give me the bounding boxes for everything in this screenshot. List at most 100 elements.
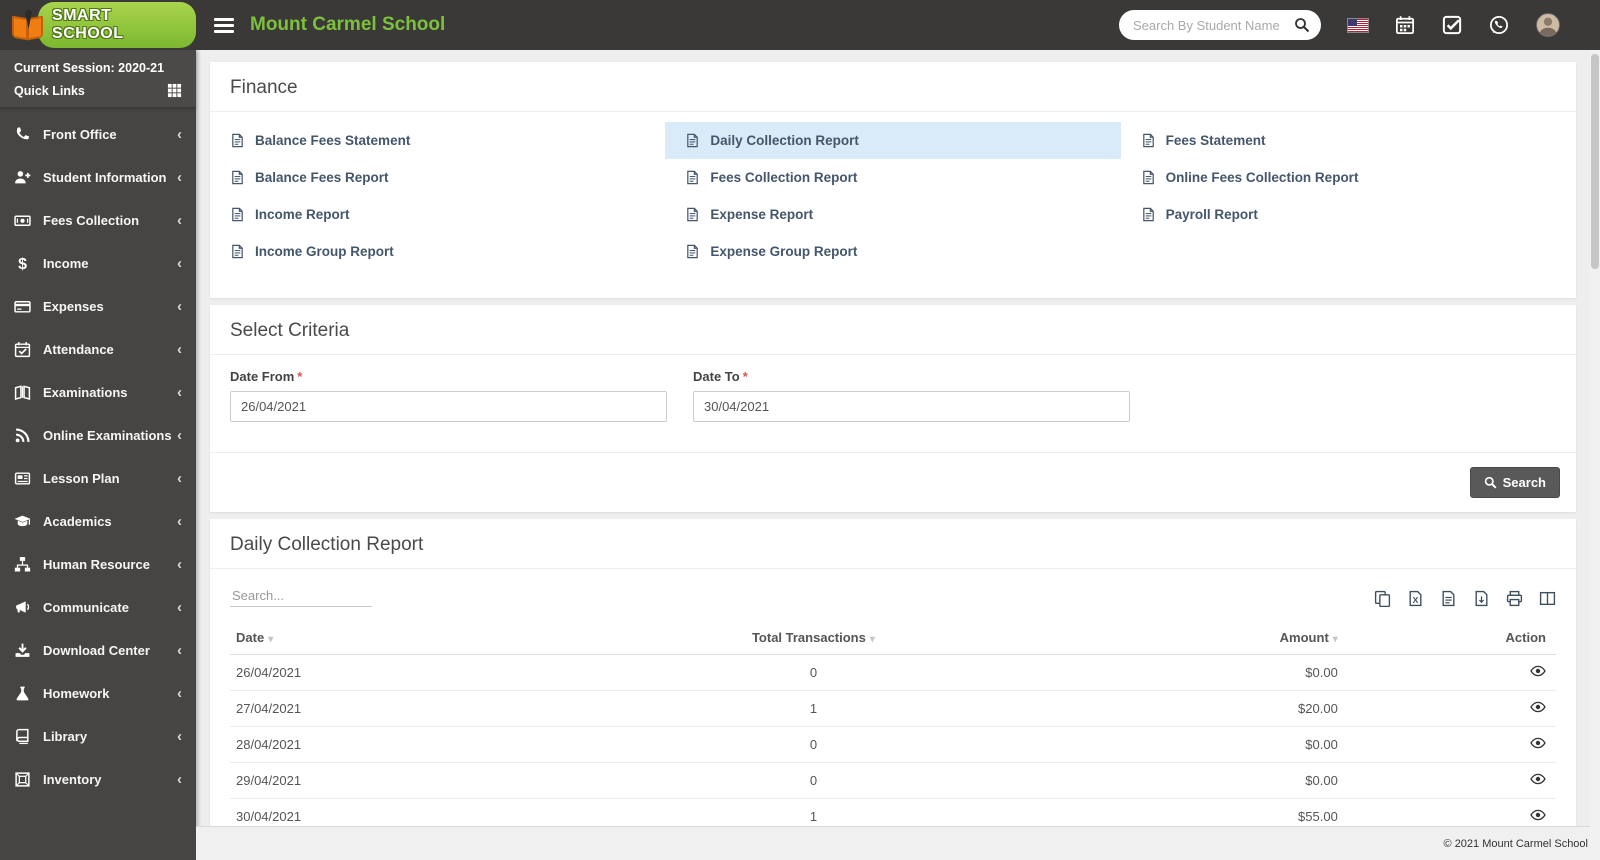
print-export-icon[interactable] bbox=[1506, 590, 1523, 607]
sidebar-item-label: Academics bbox=[43, 514, 112, 529]
view-eye-icon[interactable] bbox=[1530, 771, 1546, 787]
required-marker: * bbox=[742, 369, 748, 384]
sidebar-item-academics[interactable]: Academics ‹ bbox=[0, 500, 196, 543]
sidebar-item-student-information[interactable]: Student Information ‹ bbox=[0, 156, 196, 199]
finance-link-label: Balance Fees Report bbox=[255, 170, 389, 185]
sidebar-item-download-center[interactable]: Download Center ‹ bbox=[0, 629, 196, 672]
sidebar-item-label: Online Examinations bbox=[43, 428, 172, 443]
sidebar-item-label: Examinations bbox=[43, 385, 128, 400]
graduation-cap-icon bbox=[14, 513, 31, 530]
table-search-input[interactable] bbox=[230, 585, 372, 607]
user-avatar[interactable] bbox=[1536, 13, 1560, 37]
doc-icon bbox=[685, 207, 700, 222]
doc-icon bbox=[685, 170, 700, 185]
sidebar-item-examinations[interactable]: Examinations ‹ bbox=[0, 371, 196, 414]
cell-amount: $0.00 bbox=[999, 762, 1344, 799]
view-eye-icon[interactable] bbox=[1530, 699, 1546, 715]
dollar-icon: $ bbox=[14, 255, 31, 272]
sidebar-item-homework[interactable]: Homework ‹ bbox=[0, 672, 196, 715]
finance-link-income-report[interactable]: Income Report bbox=[210, 196, 665, 233]
copy-export-icon[interactable] bbox=[1374, 590, 1391, 607]
columns-export-icon[interactable] bbox=[1539, 590, 1556, 607]
sidebar-item-library[interactable]: Library ‹ bbox=[0, 715, 196, 758]
finance-link-payroll-report[interactable]: Payroll Report bbox=[1121, 196, 1576, 233]
app-logo[interactable]: SMART SCHOOL bbox=[0, 0, 196, 50]
finance-link-label: Expense Group Report bbox=[710, 244, 858, 259]
cell-amount: $0.00 bbox=[999, 654, 1344, 691]
doc-icon bbox=[685, 133, 700, 148]
csv-export-icon[interactable] bbox=[1440, 590, 1457, 607]
column-header-date[interactable]: Date ▾ bbox=[230, 621, 628, 655]
calendar-check-icon bbox=[14, 341, 31, 358]
sidebar-item-income[interactable]: $ Income ‹ bbox=[0, 242, 196, 285]
finance-link-income-group-report[interactable]: Income Group Report bbox=[210, 233, 665, 270]
sidebar-item-human-resource[interactable]: Human Resource ‹ bbox=[0, 543, 196, 586]
hamburger-menu-icon[interactable] bbox=[214, 17, 234, 33]
search-icon[interactable] bbox=[1294, 17, 1310, 33]
finance-link-fees-collection-report[interactable]: Fees Collection Report bbox=[665, 159, 1120, 196]
main-content: Finance Balance Fees Statement Balance Fe… bbox=[196, 50, 1600, 826]
finance-link-balance-fees-statement[interactable]: Balance Fees Statement bbox=[210, 122, 665, 159]
task-check-icon[interactable] bbox=[1442, 15, 1462, 35]
table-row: 28/04/2021 0 $0.00 bbox=[230, 726, 1556, 763]
sidebar-item-attendance[interactable]: Attendance ‹ bbox=[0, 328, 196, 371]
excel-export-icon[interactable]: X bbox=[1407, 590, 1424, 607]
date-to-input[interactable] bbox=[693, 391, 1130, 422]
select-criteria-card: Select Criteria Date From* Date To* Sear… bbox=[210, 305, 1576, 512]
finance-link-label: Income Report bbox=[255, 207, 350, 222]
view-eye-icon[interactable] bbox=[1530, 735, 1546, 751]
finance-link-balance-fees-report[interactable]: Balance Fees Report bbox=[210, 159, 665, 196]
cell-date: 29/04/2021 bbox=[230, 762, 628, 799]
doc-icon bbox=[230, 170, 245, 185]
view-eye-icon[interactable] bbox=[1530, 663, 1546, 679]
page-scrollbar[interactable] bbox=[1590, 50, 1600, 860]
chevron-left-icon: ‹ bbox=[177, 168, 182, 186]
sidebar-item-lesson-plan[interactable]: Lesson Plan ‹ bbox=[0, 457, 196, 500]
whatsapp-icon[interactable] bbox=[1489, 15, 1509, 35]
view-eye-icon[interactable] bbox=[1530, 807, 1546, 823]
search-button[interactable]: Search bbox=[1469, 467, 1560, 498]
doc-icon bbox=[230, 133, 245, 148]
table-search bbox=[230, 585, 372, 607]
cell-transactions: 0 bbox=[627, 654, 1000, 691]
cell-action bbox=[1343, 690, 1556, 727]
chevron-left-icon: ‹ bbox=[177, 598, 182, 616]
date-from-input[interactable] bbox=[230, 391, 667, 422]
chevron-left-icon: ‹ bbox=[177, 641, 182, 659]
cell-action bbox=[1343, 762, 1556, 799]
finance-link-expense-report[interactable]: Expense Report bbox=[665, 196, 1120, 233]
sidebar-item-communicate[interactable]: Communicate ‹ bbox=[0, 586, 196, 629]
finance-link-daily-collection-report[interactable]: Daily Collection Report bbox=[665, 122, 1121, 159]
sitemap-icon bbox=[14, 556, 31, 573]
column-header-total-transactions[interactable]: Total Transactions ▾ bbox=[627, 621, 1000, 655]
column-header-amount[interactable]: Amount ▾ bbox=[999, 621, 1344, 655]
chevron-left-icon: ‹ bbox=[177, 297, 182, 315]
sidebar-item-label: Front Office bbox=[43, 127, 117, 142]
pdf-export-icon[interactable] bbox=[1473, 590, 1490, 607]
finance-link-online-fees-collection-report[interactable]: Online Fees Collection Report bbox=[1121, 159, 1576, 196]
student-search-input[interactable] bbox=[1133, 17, 1293, 33]
language-flag-icon[interactable] bbox=[1348, 18, 1368, 32]
sidebar-item-online-examinations[interactable]: Online Examinations ‹ bbox=[0, 414, 196, 457]
sidebar-item-label: Human Resource bbox=[43, 557, 150, 572]
flask-icon bbox=[14, 685, 31, 702]
table-row: 27/04/2021 1 $20.00 bbox=[230, 690, 1556, 727]
cell-date: 30/04/2021 bbox=[230, 798, 628, 826]
top-navbar: SMART SCHOOL Mount Carmel School bbox=[0, 0, 1600, 50]
quick-links[interactable]: Quick Links bbox=[14, 83, 182, 98]
sidebar-item-front-office[interactable]: Front Office ‹ bbox=[0, 113, 196, 156]
finance-link-label: Income Group Report bbox=[255, 244, 394, 259]
calendar-icon[interactable] bbox=[1395, 15, 1415, 35]
sidebar-item-fees-collection[interactable]: Fees Collection ‹ bbox=[0, 199, 196, 242]
required-marker: * bbox=[297, 369, 303, 384]
doc-icon bbox=[685, 244, 700, 259]
scrollbar-thumb[interactable] bbox=[1591, 54, 1599, 269]
cell-transactions: 0 bbox=[627, 726, 1000, 763]
finance-link-label: Fees Collection Report bbox=[710, 170, 858, 185]
date-from-label: Date From * bbox=[230, 369, 303, 384]
doc-icon bbox=[1141, 133, 1156, 148]
sidebar-item-inventory[interactable]: Inventory ‹ bbox=[0, 758, 196, 801]
sidebar-item-expenses[interactable]: Expenses ‹ bbox=[0, 285, 196, 328]
finance-link-fees-statement[interactable]: Fees Statement bbox=[1121, 122, 1576, 159]
finance-link-expense-group-report[interactable]: Expense Group Report bbox=[665, 233, 1120, 270]
